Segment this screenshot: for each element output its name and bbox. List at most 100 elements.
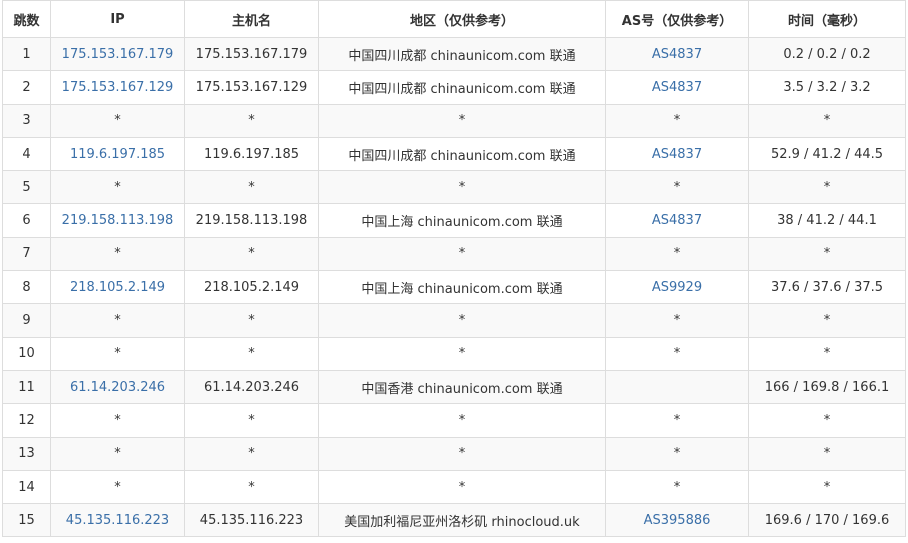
asn-cell: * — [605, 336, 749, 371]
region-cell: 中国香港 chinaunicom.com 联通 — [318, 369, 606, 405]
region-cell: 中国上海 chinaunicom.com 联通 — [318, 270, 606, 305]
ip-cell: 175.153.167.179 — [50, 36, 185, 72]
asn-link[interactable]: AS4837 — [652, 147, 702, 162]
table-row: 15 45.135.116.223 45.135.116.223 美国加利福尼亚州洛杉… — [2, 503, 906, 538]
hop-cell: 14 — [2, 469, 51, 505]
hop-cell: 11 — [2, 369, 51, 405]
table-row: 1 175.153.167.179 175.153.167.179 中国四川成都 ch… — [2, 36, 906, 72]
ip-cell: * — [50, 236, 185, 272]
hop-cell: 8 — [2, 270, 51, 305]
ip-cell: 219.158.113.198 — [50, 203, 185, 238]
time-cell: * — [748, 303, 906, 338]
table-body: 1 175.153.167.179 175.153.167.179 中国四川成都 ch… — [2, 36, 906, 538]
host-cell: 218.105.2.149 — [184, 270, 319, 305]
asn-link[interactable]: AS4837 — [652, 80, 702, 95]
host-cell: 175.153.167.129 — [184, 70, 319, 105]
ip-link[interactable]: 61.14.203.246 — [70, 380, 165, 395]
traceroute-table: 跳数 IP 主机名 地区（仅供参考） AS号（仅供参考） 时间（毫秒） 1 1 7 5… — [2, 0, 906, 538]
host-cell: 219.158.113.198 — [184, 203, 319, 238]
ip-cell: * — [50, 403, 185, 438]
ip-cell: * — [50, 469, 185, 505]
region-cell: * — [318, 403, 606, 438]
host-cell: 45.135.116.223 — [184, 503, 319, 538]
time-cell: 166 / 169.8 / 166.1 — [748, 369, 906, 405]
time-cell: 52.9 / 41.2 / 44.5 — [748, 136, 906, 172]
asn-link[interactable]: AS4837 — [652, 47, 702, 62]
host-cell: * — [184, 303, 319, 338]
region-cell: * — [318, 436, 606, 471]
header-hop: 跳数 — [2, 0, 51, 38]
time-cell: 169.6 / 170 / 169.6 — [748, 503, 906, 538]
header-time: 时间（毫秒） — [748, 0, 906, 38]
time-cell: * — [748, 103, 906, 138]
header-host: 主机名 — [184, 0, 319, 38]
region-cell: * — [318, 103, 606, 138]
table-row: 5 * * * * * — [2, 170, 906, 205]
asn-cell: AS4837 — [605, 70, 749, 105]
time-cell: * — [748, 236, 906, 272]
asn-link[interactable]: AS9929 — [652, 280, 702, 295]
time-cell: 37.6 / 37.6 / 37.5 — [748, 270, 906, 305]
ip-cell: * — [50, 436, 185, 471]
ip-cell: 175.153.167.129 — [50, 70, 185, 105]
hop-cell: 2 — [2, 70, 51, 105]
table-row: 3 * * * * * — [2, 103, 906, 138]
hop-cell: 6 — [2, 203, 51, 238]
asn-cell: * — [605, 103, 749, 138]
time-cell: 0.2 / 0.2 / 0.2 — [748, 36, 906, 72]
table-row: 6 219.158.113.198 219.158.113.198 中国上海 chin… — [2, 203, 906, 238]
ip-cell: * — [50, 103, 185, 138]
time-cell: * — [748, 436, 906, 471]
region-cell: * — [318, 469, 606, 505]
region-cell: * — [318, 336, 606, 371]
host-cell: 175.153.167.179 — [184, 36, 319, 72]
asn-cell: AS4837 — [605, 36, 749, 72]
ip-link[interactable]: 119.6.197.185 — [70, 147, 165, 162]
ip-link[interactable]: 175.153.167.129 — [62, 80, 174, 95]
table-row: 9 * * * * * — [2, 303, 906, 338]
table-row: 7 * * * * * — [2, 236, 906, 272]
ip-link[interactable]: 45.135.116.223 — [66, 513, 169, 528]
table-row: 12 * * * * * — [2, 403, 906, 438]
hop-cell: 15 — [2, 503, 51, 538]
hop-cell: 9 — [2, 303, 51, 338]
ip-cell: * — [50, 170, 185, 205]
table-row: 2 175.153.167.129 175.153.167.129 中国四川成都 ch… — [2, 70, 906, 105]
table-row: 8 218.105.2.149 218.105.2.149 中国上海 chinauni… — [2, 270, 906, 305]
header-row: 跳数 IP 主机名 地区（仅供参考） AS号（仅供参考） 时间（毫秒） — [2, 0, 906, 38]
region-cell: 中国四川成都 chinaunicom.com 联通 — [318, 70, 606, 105]
table-row: 14 * * * * * — [2, 469, 906, 505]
asn-cell: * — [605, 236, 749, 272]
host-cell: * — [184, 103, 319, 138]
hop-cell: 3 — [2, 103, 51, 138]
asn-link[interactable]: AS4837 — [652, 213, 702, 228]
time-cell: * — [748, 336, 906, 371]
host-cell: 119.6.197.185 — [184, 136, 319, 172]
host-cell: * — [184, 336, 319, 371]
time-cell: 3.5 / 3.2 / 3.2 — [748, 70, 906, 105]
header-region: 地区（仅供参考） — [318, 0, 606, 38]
ip-cell: 61.14.203.246 — [50, 369, 185, 405]
asn-link[interactable]: AS395886 — [644, 513, 711, 528]
ip-link[interactable]: 218.105.2.149 — [70, 280, 165, 295]
table-row: 11 61.14.203.246 61.14.203.246 中国香港 chinaun… — [2, 369, 906, 405]
hop-cell: 7 — [2, 236, 51, 272]
asn-cell — [605, 369, 749, 405]
ip-link[interactable]: 175.153.167.179 — [62, 47, 174, 62]
asn-cell: AS4837 — [605, 136, 749, 172]
asn-cell: * — [605, 403, 749, 438]
region-cell: 中国四川成都 chinaunicom.com 联通 — [318, 136, 606, 172]
ip-cell: 45.135.116.223 — [50, 503, 185, 538]
table-row: 13 * * * * * — [2, 436, 906, 471]
asn-cell: * — [605, 303, 749, 338]
ip-link[interactable]: 219.158.113.198 — [62, 213, 174, 228]
region-cell: * — [318, 170, 606, 205]
ip-cell: 119.6.197.185 — [50, 136, 185, 172]
hop-cell: 5 — [2, 170, 51, 205]
hop-cell: 4 — [2, 136, 51, 172]
asn-cell: * — [605, 436, 749, 471]
asn-cell: AS4837 — [605, 203, 749, 238]
ip-cell: 218.105.2.149 — [50, 270, 185, 305]
region-cell: 美国加利福尼亚州洛杉矶 rhinocloud.uk — [318, 503, 606, 538]
time-cell: * — [748, 403, 906, 438]
